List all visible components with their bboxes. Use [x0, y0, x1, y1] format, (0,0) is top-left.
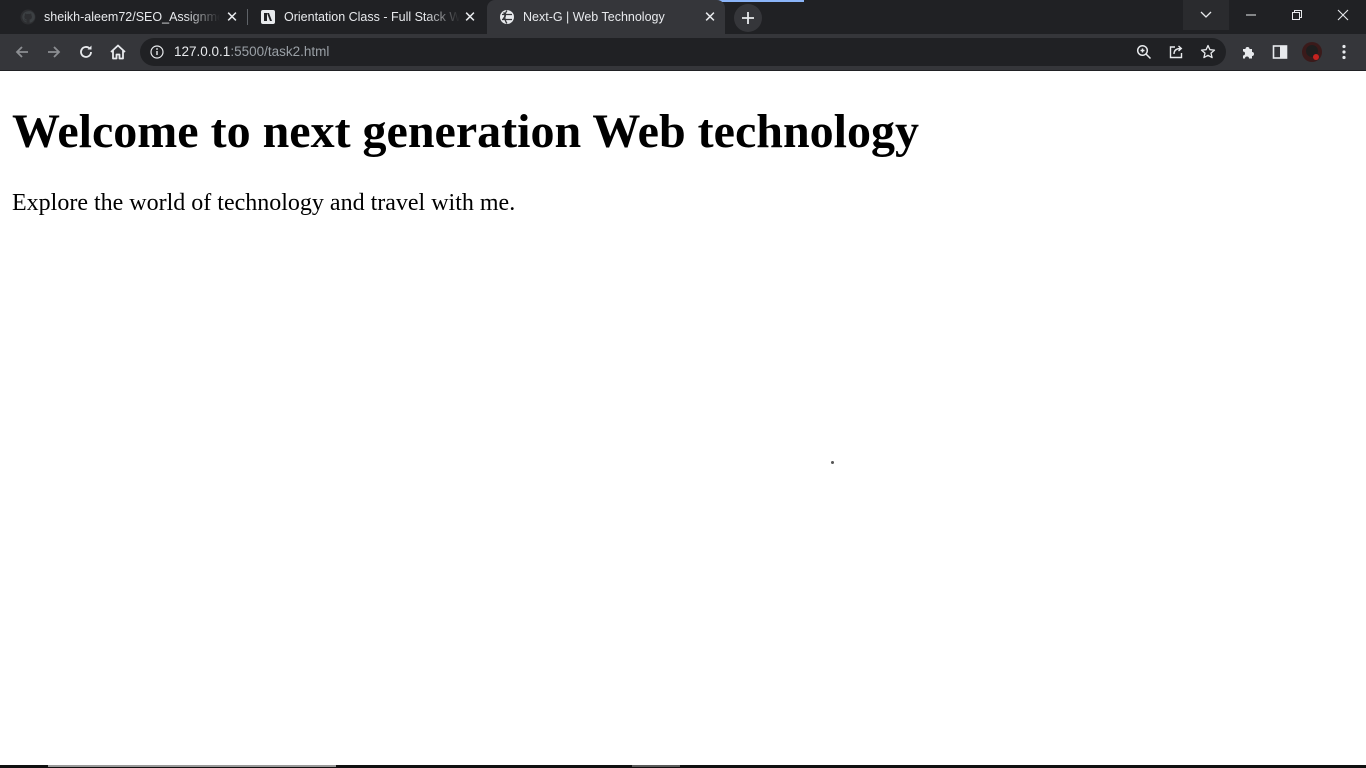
extensions-button[interactable]: [1234, 38, 1262, 66]
close-window-button[interactable]: [1320, 0, 1366, 30]
mouse-cursor: [831, 461, 834, 464]
forward-arrow-icon: [48, 46, 61, 58]
page-heading: Welcome to next generation Web technolog…: [12, 105, 919, 158]
side-panel-icon: [1272, 45, 1288, 59]
back-button[interactable]: [8, 38, 36, 66]
close-tab-icon[interactable]: ✕: [462, 9, 478, 26]
bookmark-star-icon[interactable]: [1198, 42, 1218, 62]
url-path: :5500/task2.html: [230, 44, 330, 59]
taskbar-indicator: [48, 765, 336, 767]
tab-title: Orientation Class - Full Stack Web: [284, 10, 460, 24]
share-icon[interactable]: [1166, 42, 1186, 62]
chevron-down-icon: [1200, 11, 1212, 18]
avatar-icon: [1302, 42, 1322, 62]
minimize-button[interactable]: [1228, 0, 1274, 30]
github-icon: [20, 9, 36, 25]
reload-icon: [80, 45, 92, 58]
minimize-icon: [1246, 14, 1256, 16]
forward-button[interactable]: [40, 38, 68, 66]
tab-title: sheikh-aleem72/SEO_Assignment: [44, 10, 220, 24]
menu-button[interactable]: [1330, 38, 1358, 66]
close-tab-icon[interactable]: ✕: [224, 9, 240, 26]
taskbar-indicator: [632, 765, 680, 767]
site-icon: [260, 9, 276, 25]
url-text: 127.0.0.1:5500/task2.html: [174, 44, 329, 60]
tab-next-g[interactable]: Next-G | Web Technology ✕: [487, 0, 725, 34]
restore-icon: [1292, 10, 1302, 20]
page-paragraph: Explore the world of technology and trav…: [12, 190, 516, 216]
tab-github[interactable]: sheikh-aleem72/SEO_Assignment ✕: [8, 0, 248, 34]
page-viewport: Welcome to next generation Web technolog…: [0, 71, 1366, 765]
profile-avatar[interactable]: [1298, 38, 1326, 66]
close-tab-icon[interactable]: ✕: [702, 9, 718, 26]
globe-icon: [499, 9, 515, 25]
restore-button[interactable]: [1274, 0, 1320, 30]
tab-orientation-class[interactable]: Orientation Class - Full Stack Web ✕: [248, 0, 488, 34]
url-host: 127.0.0.1: [174, 44, 231, 59]
tab-search-button[interactable]: [1183, 0, 1229, 30]
tab-strip: sheikh-aleem72/SEO_Assignment ✕ Orientat…: [0, 0, 1366, 34]
zoom-icon[interactable]: [1134, 42, 1154, 62]
puzzle-icon: [1243, 47, 1254, 59]
home-button[interactable]: [104, 38, 132, 66]
home-icon: [110, 44, 126, 60]
close-icon: [1337, 9, 1349, 21]
tab-title: Next-G | Web Technology: [523, 10, 665, 24]
side-panel-button[interactable]: [1266, 38, 1294, 66]
new-tab-button[interactable]: [734, 4, 762, 32]
reload-button[interactable]: [72, 38, 100, 66]
plus-icon: [742, 12, 754, 24]
site-info-icon[interactable]: [149, 44, 165, 60]
browser-toolbar: 127.0.0.1:5500/task2.html: [0, 34, 1366, 70]
more-vert-icon: [1342, 44, 1346, 60]
address-bar[interactable]: 127.0.0.1:5500/task2.html: [140, 38, 1226, 66]
back-arrow-icon: [15, 46, 28, 58]
